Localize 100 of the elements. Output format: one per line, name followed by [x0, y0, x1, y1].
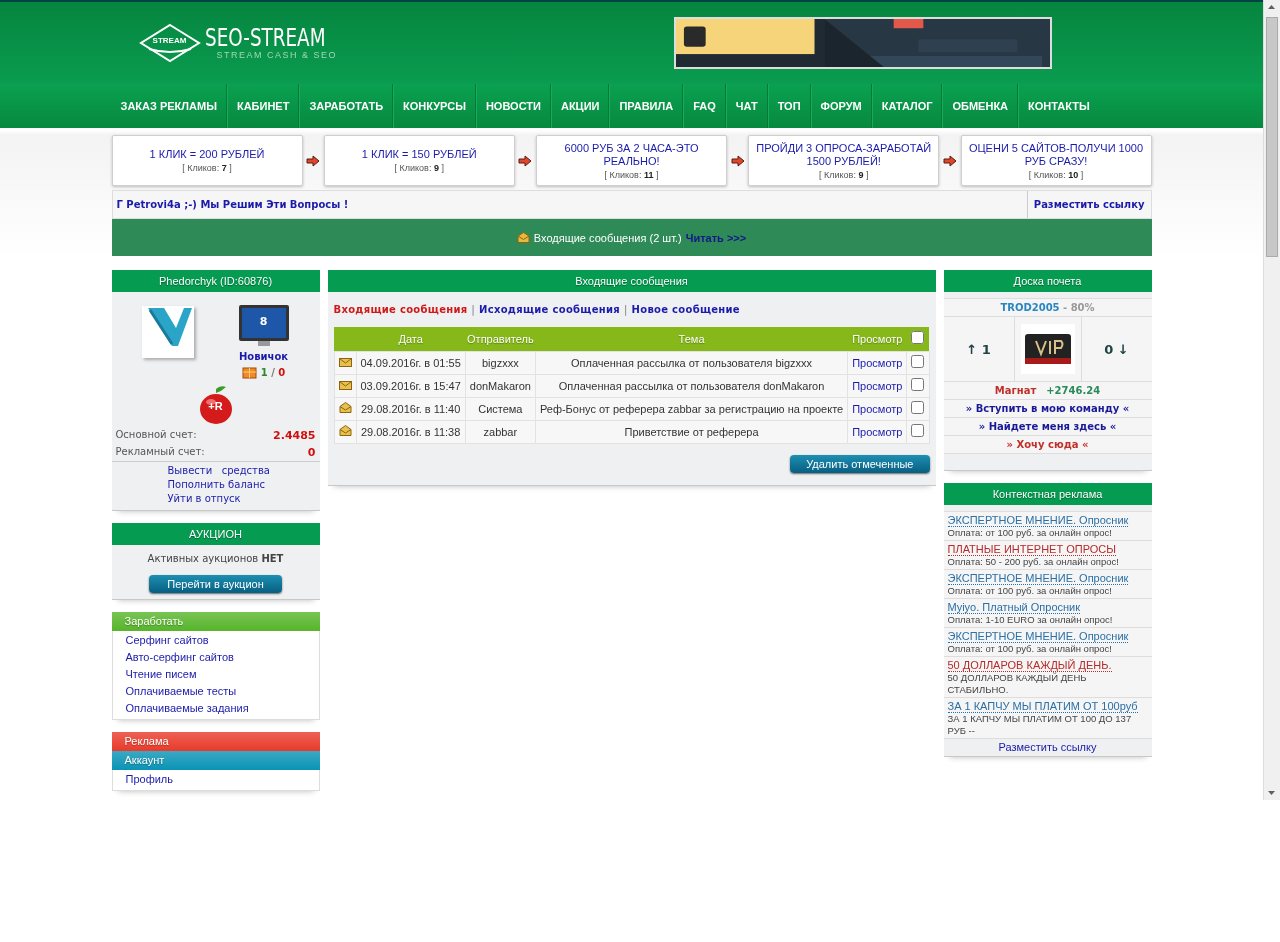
ad-description: Оплата: 1-10 EURO за онлайн опрос!	[947, 614, 1114, 626]
avatar-icon	[141, 306, 194, 358]
menu-link[interactable]: Оплачиваемые задания	[112, 700, 319, 717]
apple-icon[interactable]	[197, 385, 234, 427]
promo-title[interactable]: 1 КЛИК = 150 РУБЛЕЙ	[361, 148, 477, 161]
vote-count: 1 / 0	[260, 366, 286, 378]
promo-card[interactable]: 6000 РУБ ЗА 2 ЧАСА-ЭТО РЕАЛЬНО! [ Кликов: 11 ]	[536, 135, 727, 186]
nav-link[interactable]: ФОРУМ	[810, 84, 872, 128]
treasure-chest-icon	[241, 365, 257, 379]
auction-button[interactable]: Перейти в аукцион	[149, 575, 282, 593]
subject-cell: Оплаченная рассылка от пользователя donMakaron	[535, 374, 848, 397]
separator: |	[471, 304, 476, 315]
menu-link[interactable]: Авто-серфинг сайтов	[112, 649, 319, 666]
arrow-icon	[730, 154, 745, 167]
ticker-text[interactable]: Г Petrovi4a ;-) Мы Решим Эти Вопросы !	[112, 191, 1027, 218]
account-link[interactable]: Пополнить баланс	[167, 479, 320, 490]
nav-link[interactable]: ПРАВИЛА	[609, 84, 684, 128]
badge-text: +R	[207, 400, 224, 412]
nav-link[interactable]: КАБИНЕТ	[226, 84, 300, 128]
separator: |	[623, 304, 628, 315]
nav-link[interactable]: ЗАКАЗ РЕКЛАМЫ	[111, 84, 227, 128]
percent-text: - 80%	[1063, 302, 1095, 313]
nav-link[interactable]: НОВОСТИ	[475, 84, 551, 128]
promo-title[interactable]: 1 КЛИК = 200 РУБЛЕЙ	[149, 148, 265, 161]
subject-cell: Приветствие от реферера	[535, 420, 848, 443]
auction-status: Активных аукционов НЕТ	[146, 553, 285, 564]
place-link[interactable]: Разместить ссылку	[998, 741, 1097, 753]
ad-description: Оплата: от 100 руб. за онлайн опрос!	[947, 585, 1113, 597]
ad-description: Оплата: 50 - 200 руб. за онлайн опрос!	[947, 556, 1120, 568]
row-checkbox[interactable]	[911, 355, 925, 368]
nav-link[interactable]: ТОП	[767, 84, 811, 128]
user-link[interactable]: TROD2005	[1000, 302, 1060, 313]
amount-text: +2746.24	[1046, 385, 1101, 396]
ad-link[interactable]: ЗА 1 КАПЧУ МЫ ПЛАТИМ ОТ 100руб	[947, 700, 1138, 713]
account-link[interactable]: Уйти в отпуск	[167, 493, 320, 504]
column-header: Просмотр	[847, 327, 907, 351]
nav-link[interactable]: ОБМЕНКА	[942, 84, 1019, 128]
nav-link[interactable]: ЗАРАБОТАТЬ	[299, 84, 394, 128]
ad-link[interactable]: Myiyo. Платный Опросник	[947, 601, 1081, 614]
menu-link[interactable]: Оплачиваемые тесты	[112, 683, 319, 700]
menu-header[interactable]: Реклама	[111, 732, 320, 751]
monitor-icon	[237, 304, 290, 348]
message-tab[interactable]: Новое сообщение	[631, 304, 740, 315]
scrollbar-thumb[interactable]	[1266, 17, 1278, 257]
nav-link[interactable]: ЧАТ	[725, 84, 768, 128]
message-tab[interactable]: Входящие сообщения	[333, 304, 468, 315]
scrollbar[interactable]	[1263, 0, 1280, 800]
row-checkbox[interactable]	[911, 378, 925, 391]
ad-description: 50 ДОЛЛАРОВ КАЖДЫЙ ДЕНЬ СТАБИЛЬНО.	[947, 672, 1088, 696]
promo-title[interactable]: 6000 РУБ ЗА 2 ЧАСА-ЭТО РЕАЛЬНО!	[543, 141, 720, 168]
promo-card[interactable]: ПРОЙДИ 3 ОПРОСА-ЗАРАБОТАЙ 1500 РУБЛЕЙ! [ Кликов: 9 ]	[748, 135, 940, 186]
click-count: [ Кликов: 10 ]	[1028, 169, 1084, 180]
down-count: 0 ↓	[1104, 341, 1129, 357]
promo-title[interactable]: ОЦЕНИ 5 САЙТОВ-ПОЛУЧИ 1000 РУБ СРАЗУ!	[967, 141, 1145, 168]
click-count: [ Кликов: 7 ]	[182, 163, 232, 173]
promo-title[interactable]: ПРОЙДИ 3 ОПРОСА-ЗАРАБОТАЙ 1500 РУБЛЕЙ!	[755, 141, 933, 168]
place-link[interactable]: Разместить ссылку	[1026, 191, 1151, 218]
column-header: Отправитель	[465, 327, 536, 351]
ad-link[interactable]: ЭКСПЕРТНОЕ МНЕНИЕ. Опросник	[947, 514, 1129, 527]
mail-icon	[516, 232, 530, 243]
vip-card-icon	[1020, 324, 1075, 374]
column-header: Дата	[356, 327, 466, 351]
arrow-icon	[942, 154, 957, 167]
delete-button[interactable]: Удалить отмеченные	[790, 454, 930, 473]
account-label: Рекламный счет:	[115, 446, 205, 459]
up-count: ↑ 1	[966, 341, 991, 357]
site-logo[interactable]: STREAM SEO-STREAM STREAM CASH & SEO	[138, 23, 347, 63]
ad-link[interactable]: ПЛАТНЫЕ ИНТЕРНЕТ ОПРОСЫ	[947, 543, 1116, 556]
row-checkbox[interactable]	[911, 424, 925, 437]
promo-card[interactable]: 1 КЛИК = 200 РУБЛЕЙ [ Кликов: 7 ]	[111, 135, 303, 186]
account-value: 2.4485	[273, 429, 316, 442]
panel-title: Контекстная реклама	[943, 483, 1152, 505]
menu-link[interactable]: Серфинг сайтов	[112, 632, 319, 649]
nav-link[interactable]: FAQ	[683, 84, 726, 128]
nav-link[interactable]: КАТАЛОГ	[871, 84, 943, 128]
panel-title: Доска почета	[943, 270, 1152, 292]
nav-link[interactable]: АКЦИИ	[550, 84, 610, 128]
ad-link[interactable]: 50 ДОЛЛАРОВ КАЖДЫЙ ДЕНЬ.	[947, 659, 1112, 672]
level-number: 8	[258, 315, 269, 328]
promo-card[interactable]: 1 КЛИК = 150 РУБЛЕЙ [ Кликов: 9 ]	[323, 135, 515, 186]
ad-description: Оплата: от 100 руб. за онлайн опрос!	[947, 527, 1113, 539]
nav-link[interactable]: КОНКУРСЫ	[393, 84, 476, 128]
rank-link[interactable]: Новичок	[238, 351, 289, 362]
select-all-checkbox[interactable]	[911, 331, 925, 345]
account-value: 0	[307, 446, 316, 459]
account-link[interactable]: Вывести средства	[167, 465, 320, 476]
sender-cell: bigzxxx	[465, 351, 536, 374]
menu-link[interactable]: Чтение писем	[112, 666, 319, 683]
rank-text: Магнат	[994, 385, 1037, 396]
message-tab[interactable]: Исходящие сообщения	[479, 304, 620, 315]
arrow-icon	[306, 154, 321, 167]
row-checkbox[interactable]	[911, 401, 925, 414]
column-header: Тема	[535, 327, 848, 351]
subject-cell: Оплаченная рассылка от пользователя bigzxxx	[535, 351, 848, 374]
ad-link[interactable]: ЭКСПЕРТНОЕ МНЕНИЕ. Опросник	[947, 630, 1129, 643]
promo-card[interactable]: ОЦЕНИ 5 САЙТОВ-ПОЛУЧИ 1000 РУБ СРАЗУ! [ Кликов: 10 ]	[960, 135, 1152, 186]
account-label: Основной счет:	[115, 429, 197, 442]
click-count: [ Кликов: 9 ]	[819, 169, 869, 180]
ad-link[interactable]: ЭКСПЕРТНОЕ МНЕНИЕ. Опросник	[947, 572, 1129, 585]
date-cell: 04.09.2016г. в 01:55	[356, 351, 466, 374]
